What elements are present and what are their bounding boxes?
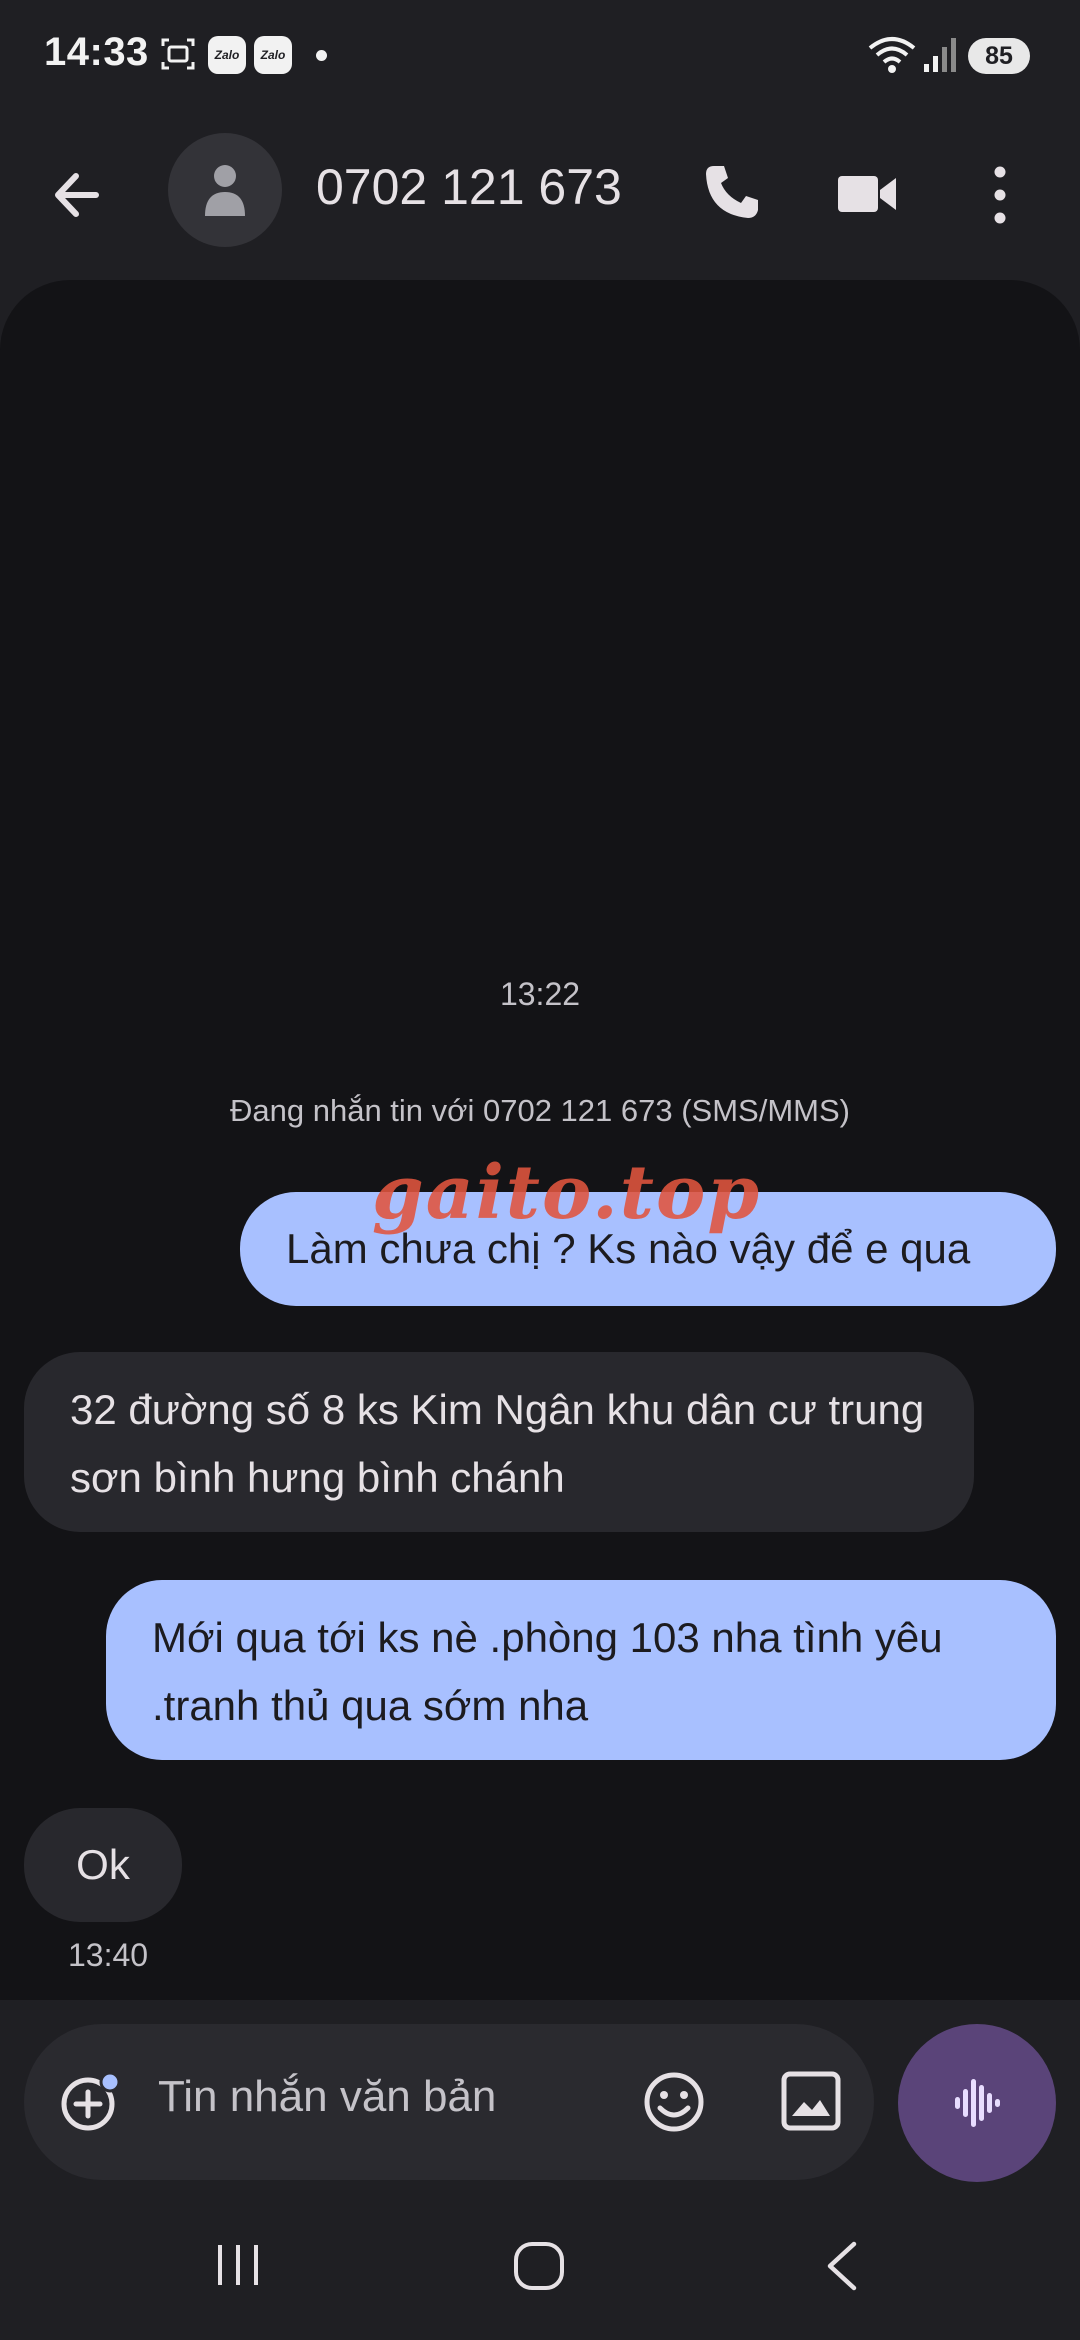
top-app-bar: 0702 121 673 <box>0 110 1080 280</box>
recent-apps-icon[interactable] <box>214 2240 264 2290</box>
video-camera-icon[interactable] <box>836 162 900 226</box>
conversation-start-time: 13:22 <box>499 976 581 1012</box>
back-arrow-icon[interactable] <box>44 160 114 230</box>
zalo-notification-icon: Zalo <box>208 36 246 74</box>
home-icon[interactable] <box>510 2238 568 2294</box>
battery-icon: 85 <box>968 38 1030 74</box>
message-composer: Tin nhắn văn bản <box>24 2024 874 2180</box>
image-icon[interactable] <box>778 2068 844 2134</box>
more-notifications-dot <box>316 50 327 61</box>
incoming-message-bubble[interactable]: 32 đường số 8 ks Kim Ngân khu dân cư tru… <box>24 1352 974 1532</box>
nav-back-icon[interactable] <box>820 2238 864 2294</box>
status-time: 14:33 <box>44 30 149 74</box>
more-vert-icon[interactable] <box>980 160 1020 230</box>
contact-title[interactable]: 0702 121 673 <box>316 158 622 216</box>
incoming-message-bubble[interactable]: Ok <box>24 1808 182 1922</box>
outgoing-message-bubble[interactable]: Mới qua tới ks nè .phòng 103 nha tình yê… <box>106 1580 1056 1760</box>
emoji-icon[interactable] <box>640 2068 708 2136</box>
person-icon <box>205 165 245 216</box>
voice-message-button[interactable] <box>898 2024 1056 2182</box>
add-icon[interactable] <box>58 2070 122 2134</box>
system-navigation-bar <box>0 2200 1080 2340</box>
conversation-info: Đang nhắn tin với 0702 121 673 (SMS/MMS) <box>230 1093 850 1128</box>
zalo-notification-icon: Zalo <box>254 36 292 74</box>
wifi-icon <box>868 37 916 73</box>
screenshot-icon <box>161 38 195 70</box>
message-timestamp: 13:40 <box>68 1937 149 1973</box>
contact-avatar[interactable] <box>168 133 282 247</box>
watermark: gaito.top <box>372 1150 762 1236</box>
phone-icon[interactable] <box>700 160 764 224</box>
message-input[interactable]: Tin nhắn văn bản <box>158 2072 496 2122</box>
signal-icon <box>924 38 956 72</box>
status-bar: 14:33 Zalo Zalo 85 <box>0 0 1080 110</box>
voice-waveform-icon <box>955 2079 1000 2127</box>
